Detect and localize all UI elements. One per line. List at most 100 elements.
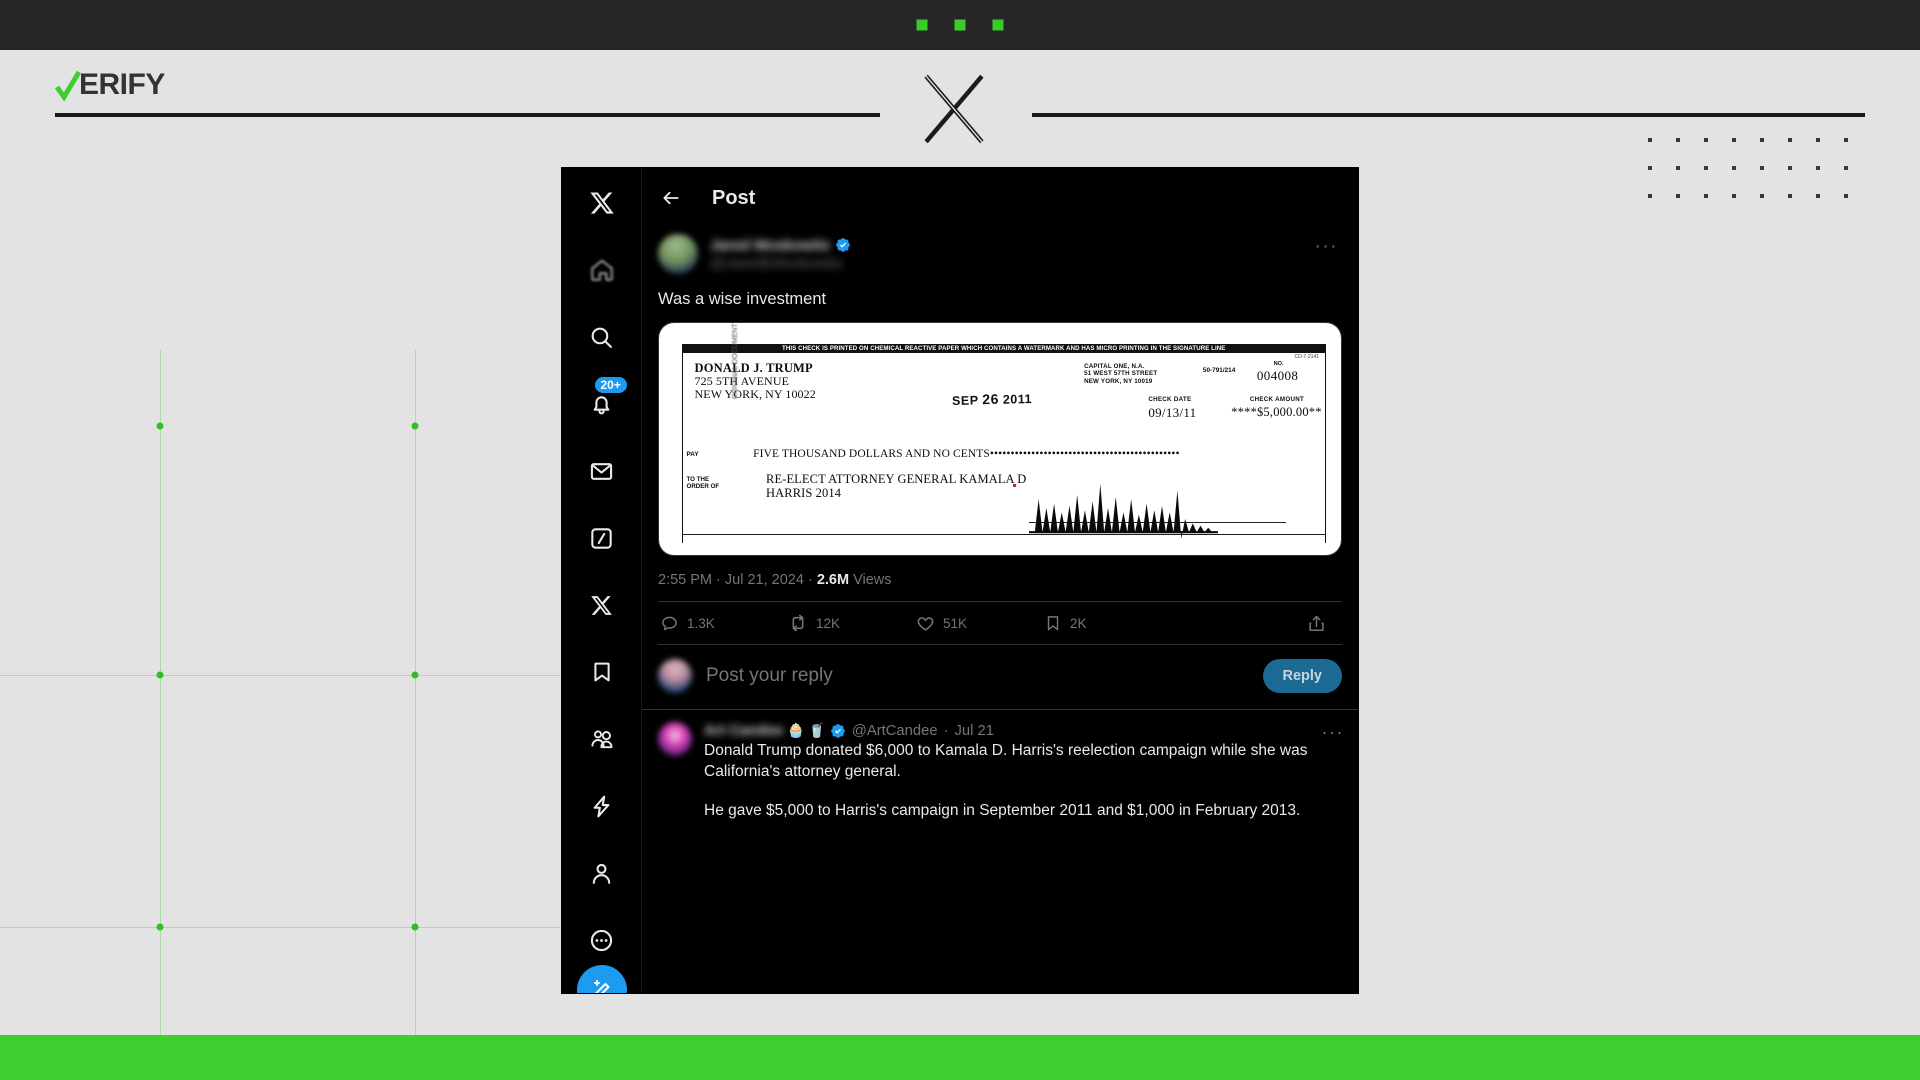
check-date-value: 09/13/11 — [1148, 404, 1197, 420]
sidebar-item-more[interactable] — [577, 915, 627, 965]
grid-dot-4 — [411, 671, 419, 679]
reply-date[interactable]: Jul 21 — [955, 723, 995, 739]
sidebar-item-x-logo[interactable] — [577, 178, 627, 228]
compose-post-button[interactable] — [577, 965, 627, 993]
reply-paragraph-1: Donald Trump donated $6,000 to Kamala D.… — [704, 742, 1308, 780]
meta-sep-2: · — [807, 572, 813, 588]
like-count: 51K — [943, 615, 968, 631]
notifications-badge: 20+ — [594, 377, 627, 393]
grid-dot-5 — [156, 923, 164, 931]
grid-line-vertical-2 — [415, 350, 416, 1035]
verified-badge-icon — [836, 238, 850, 252]
traffic-dot-1 — [916, 19, 928, 31]
check-payee-line-2: HARRIS 2014 — [766, 486, 842, 501]
reply-separator: · — [943, 722, 949, 739]
check-date-label: CHECK DATE — [1148, 395, 1192, 403]
check-payee: RE-ELECT ATTORNEY GENERAL KAMALA D HARRI… — [766, 472, 1026, 501]
check-bank-address-2: NEW YORK, NY 10019 — [1084, 378, 1153, 386]
repost-count: 12K — [816, 615, 841, 631]
check-bank-block: CAPITAL ONE, N.A. 51 WEST 57TH STREET NE… — [1084, 363, 1157, 386]
back-button[interactable] — [660, 187, 682, 209]
notifications-icon — [593, 395, 610, 414]
sidebar-item-profile[interactable] — [577, 848, 627, 898]
sidebar-nav: 20+ — [562, 168, 642, 993]
check-image: THIS CHECK IS PRINTED ON CHEMICAL REACTI… — [659, 323, 1341, 555]
verify-wordmark: ERIFY — [79, 68, 165, 101]
browser-traffic-dots — [916, 19, 1004, 31]
post-actions: 1.3K 12K 51K 2K — [658, 602, 1342, 644]
reply-content: Art Candee 🧁 🥤 @ArtCandee · Jul 21 Donal… — [704, 722, 1342, 822]
check-payee-line-1: RE-ELECT ATTORNEY GENERAL KAMALA D — [766, 471, 1027, 486]
compose-icon — [594, 980, 610, 993]
check-bottom-rule — [682, 534, 1325, 536]
communities-icon — [590, 730, 612, 749]
cupcake-emoji-icon: 🧁 — [786, 722, 805, 738]
traffic-dot-3 — [992, 19, 1004, 31]
grok-icon — [591, 527, 612, 549]
sidebar-item-search[interactable] — [577, 312, 627, 362]
check-face: THIS CHECK IS PRINTED ON CHEMICAL REACTI… — [681, 323, 1326, 544]
bookmark-action[interactable]: 2K — [1044, 614, 1154, 632]
reply-action[interactable]: 1.3K — [660, 614, 788, 633]
check-number: 004008 — [1256, 367, 1299, 383]
sidebar-item-bookmarks[interactable] — [577, 647, 627, 697]
post-more-button[interactable]: ··· — [1315, 237, 1338, 256]
grid-line-horizontal-2 — [0, 927, 560, 928]
reply-input[interactable]: Post your reply — [706, 665, 1263, 687]
main-post: Jared Moskowitz @JaredEMoskowitz ··· Was… — [642, 226, 1358, 645]
bookmark-count: 2K — [1070, 615, 1087, 631]
header-rule-right — [1032, 113, 1865, 117]
grid-dot-2 — [411, 422, 419, 430]
check-received-stamp: SEP 26 2011 — [952, 390, 1032, 408]
header-rule-left — [55, 113, 880, 117]
check-order-label: TO THE ORDER OF — [687, 476, 720, 491]
reply-author-name[interactable]: Art Candee — [704, 723, 783, 739]
reply-author-handle[interactable]: @ArtCandee — [852, 723, 938, 739]
sidebar-item-verified-orgs[interactable] — [577, 781, 627, 831]
check-pay-label: PAY — [686, 450, 699, 458]
reply-composer: Post your reply Reply — [642, 645, 1358, 709]
author-handle[interactable]: @JaredEMoskowitz — [710, 255, 851, 272]
sidebar-item-premium[interactable] — [577, 580, 627, 630]
share-action[interactable] — [1307, 614, 1326, 633]
search-icon — [591, 327, 612, 348]
check-bank-address-1: 51 WEST 57TH STREET — [1084, 370, 1158, 378]
reply-more-button[interactable]: ··· — [1322, 723, 1344, 741]
post-author-row: Jared Moskowitz @JaredEMoskowitz ··· — [658, 226, 1342, 278]
reply-post: Art Candee 🧁 🥤 @ArtCandee · Jul 21 Donal… — [642, 709, 1358, 822]
repost-action[interactable]: 12K — [788, 613, 916, 633]
reply-author-avatar[interactable] — [658, 722, 692, 756]
profile-icon — [592, 863, 611, 884]
sidebar-item-communities[interactable] — [577, 714, 627, 764]
sidebar-item-grok[interactable] — [577, 513, 627, 563]
check-amount-words: FIVE THOUSAND DOLLARS AND NO CENTS••••••… — [753, 447, 1180, 460]
grid-dot-3 — [156, 671, 164, 679]
meta-sep-1: · — [716, 572, 721, 588]
bottom-accent-bar — [0, 1035, 1920, 1080]
avatar[interactable] — [658, 234, 698, 274]
post-time: 2:55 PM — [658, 572, 712, 588]
page-root: ERIFY 20+ Post Jared Moskowitz @JaredEMo… — [0, 0, 1920, 1080]
sidebar-item-home[interactable] — [577, 245, 627, 295]
home-icon — [590, 259, 613, 281]
sidebar-item-notifications[interactable]: 20+ — [577, 377, 627, 429]
premium-icon — [591, 595, 612, 615]
check-vertical-watermark: ORIGINAL DOCUMENT · SECURITY FEATURES — [731, 323, 841, 399]
check-order-label-1: TO THE — [686, 475, 710, 483]
check-amount-label: CHECK AMOUNT — [1249, 395, 1305, 403]
share-icon — [1309, 615, 1324, 631]
repost-icon — [792, 614, 804, 632]
reply-text: Donald Trump donated $6,000 to Kamala D.… — [704, 741, 1342, 822]
grid-dot-6 — [411, 923, 419, 931]
post-media[interactable]: THIS CHECK IS PRINTED ON CHEMICAL REACTI… — [658, 322, 1342, 556]
check-bank-name: CAPITAL ONE, N.A. — [1084, 362, 1145, 370]
sidebar-item-messages[interactable] — [577, 446, 627, 496]
check-order-label-2: ORDER OF — [686, 483, 720, 491]
like-action[interactable]: 51K — [916, 614, 1044, 633]
reply-button[interactable]: Reply — [1262, 659, 1342, 693]
reply-author-row: Art Candee 🧁 🥤 @ArtCandee · Jul 21 — [704, 722, 1342, 739]
author-display-name[interactable]: Jared Moskowitz — [710, 237, 830, 254]
verify-logo: ERIFY — [55, 68, 165, 102]
current-user-avatar[interactable] — [658, 659, 692, 693]
heart-icon — [917, 616, 934, 631]
